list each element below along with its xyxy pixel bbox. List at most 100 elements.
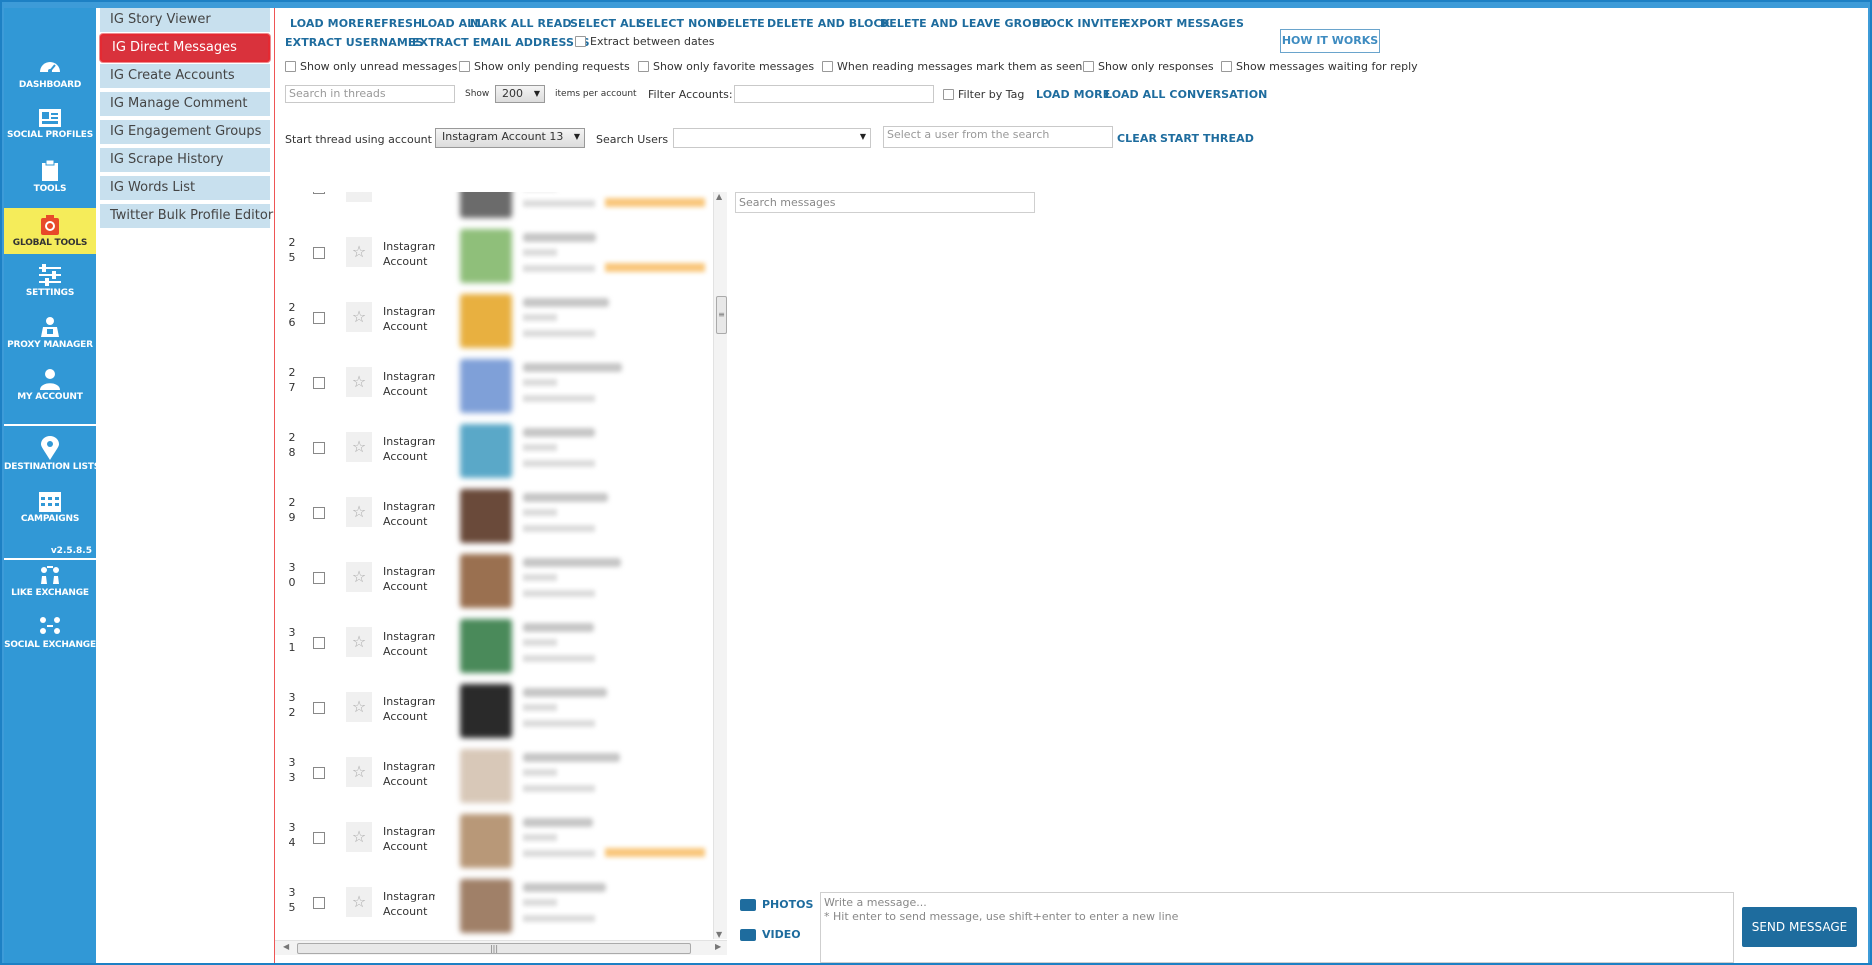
thread-checkbox[interactable] <box>313 832 325 844</box>
thread-row[interactable]: 3 4 ☆ Instagram Account <box>275 806 712 871</box>
star-icon[interactable]: ☆ <box>346 192 372 202</box>
nav-destination-lists[interactable]: DESTINATION LISTS <box>4 436 96 480</box>
checkbox[interactable] <box>638 61 649 72</box>
checkbox[interactable] <box>1083 61 1094 72</box>
mark-as-seen-checkbox[interactable]: When reading messages mark them as seen <box>822 60 1082 73</box>
subnav-ig-scrape-history[interactable]: IG Scrape History <box>100 148 270 172</box>
thread-row[interactable]: 3 1 ☆ Instagram Account <box>275 611 712 676</box>
star-icon[interactable]: ☆ <box>346 432 372 462</box>
nav-my-account[interactable]: MY ACCOUNT <box>4 368 96 412</box>
search-messages-input[interactable]: Search messages <box>735 192 1035 213</box>
delete-and-leave-group-link[interactable]: DELETE AND LEAVE GROUP <box>880 17 1049 30</box>
thread-checkbox[interactable] <box>313 312 325 324</box>
clear-link[interactable]: CLEAR <box>1117 132 1157 145</box>
scroll-thumb[interactable]: ≡ <box>716 296 727 334</box>
extract-email-addresses-link[interactable]: EXTRACT EMAIL ADDRESSES <box>412 36 590 49</box>
thread-row[interactable]: 2 8 ☆ Instagram Account <box>275 416 712 481</box>
nav-campaigns[interactable]: CAMPAIGNS <box>4 490 96 534</box>
thread-row[interactable]: 2 5 ☆ Instagram Account <box>275 221 712 286</box>
refresh-link[interactable]: REFRESH <box>365 17 422 30</box>
star-icon[interactable]: ☆ <box>346 627 372 657</box>
select-none-link[interactable]: SELECT NONE <box>638 17 724 30</box>
select-all-link[interactable]: SELECT ALL <box>570 17 643 30</box>
checkbox[interactable] <box>459 61 470 72</box>
start-thread-link[interactable]: START THREAD <box>1160 132 1254 145</box>
how-it-works-button[interactable]: HOW IT WORKS <box>1280 29 1380 53</box>
subnav-ig-engagement-groups[interactable]: IG Engagement Groups <box>100 120 270 144</box>
nav-tools[interactable]: TOOLS <box>4 160 96 204</box>
scroll-up-icon[interactable]: ▲ <box>716 192 722 201</box>
thread-row[interactable]: 2 6 ☆ Instagram Account <box>275 286 712 351</box>
search-users-select[interactable]: ▼ <box>673 128 871 148</box>
thread-row[interactable]: 4☆Account <box>275 192 712 221</box>
star-icon[interactable]: ☆ <box>346 367 372 397</box>
show-only-unread-checkbox[interactable]: Show only unread messages <box>285 60 457 73</box>
start-thread-account-select[interactable]: Instagram Account 13 ▼ <box>435 128 585 148</box>
thread-list-vscroll[interactable]: ▲ ≡ ▼ <box>713 192 727 939</box>
extract-between-dates-checkbox[interactable]: Extract between dates <box>575 35 715 48</box>
video-button[interactable]: VIDEO <box>740 928 801 941</box>
subnav-twitter-bulk-profile-editor[interactable]: Twitter Bulk Profile Editor <box>100 204 273 228</box>
thread-checkbox[interactable] <box>313 442 325 454</box>
checkbox[interactable] <box>285 61 296 72</box>
star-icon[interactable]: ☆ <box>346 822 372 852</box>
thread-list-hscroll[interactable]: ◀ ||| ▶ <box>275 940 727 955</box>
thread-checkbox[interactable] <box>313 637 325 649</box>
scroll-left-icon[interactable]: ◀ <box>283 942 289 951</box>
scroll-down-icon[interactable]: ▼ <box>716 930 722 939</box>
show-only-responses-checkbox[interactable]: Show only responses <box>1083 60 1214 73</box>
send-message-button[interactable]: SEND MESSAGE <box>1742 907 1857 947</box>
load-more-link[interactable]: LOAD MORE <box>290 17 364 30</box>
star-icon[interactable]: ☆ <box>346 302 372 332</box>
nav-social-profiles[interactable]: SOCIAL PROFILES <box>4 108 96 152</box>
checkbox[interactable] <box>822 61 833 72</box>
nav-settings[interactable]: SETTINGS <box>4 264 96 308</box>
subnav-ig-words-list[interactable]: IG Words List <box>100 176 270 200</box>
nav-dashboard[interactable]: DASHBOARD <box>4 56 96 100</box>
items-per-account-select[interactable]: 200 ▼ <box>495 85 545 103</box>
checkbox[interactable] <box>943 89 954 100</box>
nav-proxy-manager[interactable]: PROXY MANAGER <box>4 316 96 360</box>
star-icon[interactable]: ☆ <box>346 692 372 722</box>
nav-like-exchange[interactable]: LIKE EXCHANGE <box>4 564 96 608</box>
select-user-input[interactable]: Select a user from the search <box>883 126 1113 148</box>
thread-checkbox[interactable] <box>313 572 325 584</box>
thread-checkbox[interactable] <box>313 702 325 714</box>
photos-button[interactable]: PHOTOS <box>740 898 813 911</box>
thread-row[interactable]: 2 7 ☆ Instagram Account <box>275 351 712 416</box>
show-waiting-reply-checkbox[interactable]: Show messages waiting for reply <box>1221 60 1418 73</box>
show-only-pending-checkbox[interactable]: Show only pending requests <box>459 60 630 73</box>
thread-checkbox[interactable] <box>313 247 325 259</box>
load-more-link-2[interactable]: LOAD MORE <box>1036 88 1110 101</box>
delete-and-block-link[interactable]: DELETE AND BLOCK <box>767 17 890 30</box>
thread-row[interactable]: 3 3 ☆ Instagram Account <box>275 741 712 806</box>
filter-by-tag-checkbox[interactable]: Filter by Tag <box>943 88 1024 101</box>
thread-checkbox[interactable] <box>313 897 325 909</box>
show-only-favorite-checkbox[interactable]: Show only favorite messages <box>638 60 814 73</box>
thread-row[interactable]: 3 0 ☆ Instagram Account <box>275 546 712 611</box>
block-inviter-link[interactable]: BLOCK INVITER <box>1032 17 1127 30</box>
thread-checkbox[interactable] <box>313 507 325 519</box>
checkbox[interactable] <box>1221 61 1232 72</box>
subnav-ig-direct-messages[interactable]: IG Direct Messages <box>100 34 270 62</box>
nav-social-exchange[interactable]: SOCIAL EXCHANGE <box>4 616 96 660</box>
scroll-right-icon[interactable]: ▶ <box>715 942 721 951</box>
star-icon[interactable]: ☆ <box>346 887 372 917</box>
checkbox[interactable] <box>575 36 586 47</box>
star-icon[interactable]: ☆ <box>346 562 372 592</box>
subnav-ig-manage-comment[interactable]: IG Manage Comment <box>100 92 270 116</box>
nav-global-tools[interactable]: GLOBAL TOOLS <box>4 208 96 254</box>
search-threads-input[interactable]: Search in threads <box>285 85 455 103</box>
star-icon[interactable]: ☆ <box>346 757 372 787</box>
delete-link[interactable]: DELETE <box>718 17 765 30</box>
scroll-thumb-h[interactable]: ||| <box>297 943 691 954</box>
load-all-conversation-link[interactable]: LOAD ALL CONVERSATION <box>1105 88 1267 101</box>
star-icon[interactable]: ☆ <box>346 237 372 267</box>
thread-checkbox[interactable] <box>313 767 325 779</box>
message-textarea[interactable]: Write a message... * Hit enter to send m… <box>820 892 1734 963</box>
export-messages-link[interactable]: EXPORT MESSAGES <box>1123 17 1244 30</box>
star-icon[interactable]: ☆ <box>346 497 372 527</box>
subnav-ig-story-viewer[interactable]: IG Story Viewer <box>100 8 270 32</box>
thread-checkbox[interactable] <box>313 377 325 389</box>
filter-accounts-input[interactable] <box>734 85 934 103</box>
